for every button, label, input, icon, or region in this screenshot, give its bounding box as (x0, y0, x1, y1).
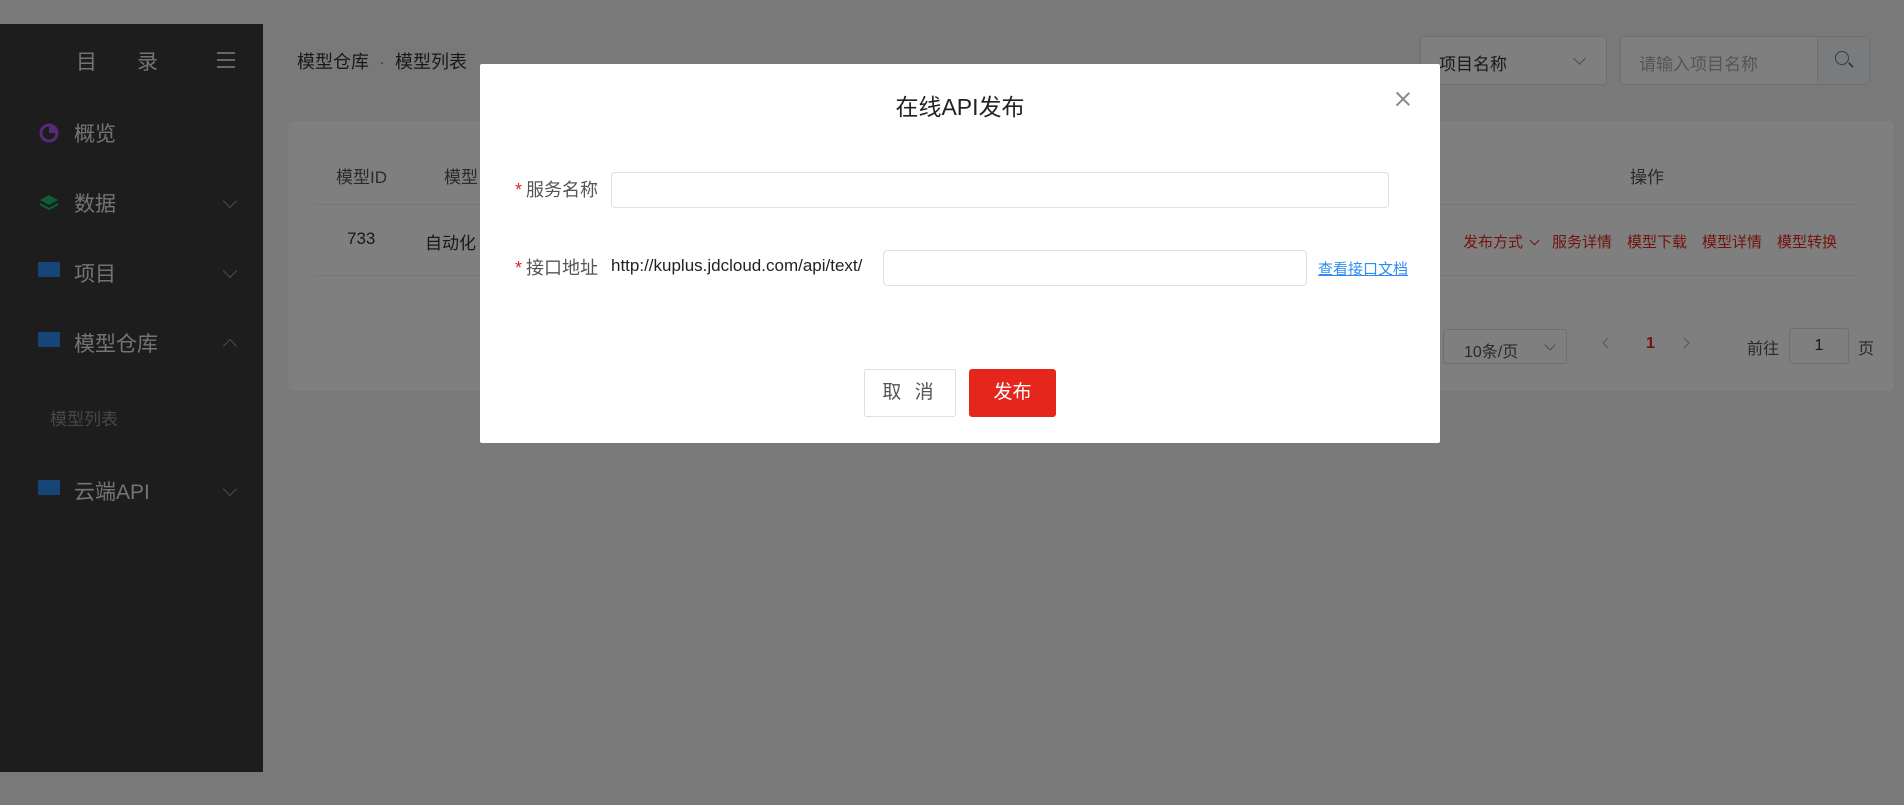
service-name-input[interactable] (611, 172, 1389, 208)
api-path-input[interactable] (883, 250, 1307, 286)
publish-button[interactable]: 发布 (969, 369, 1056, 417)
dialog-title: 在线API发布 (895, 94, 1025, 120)
view-api-doc-link[interactable]: 查看接口文档 (1318, 258, 1408, 279)
api-url-prefix: http://kuplus.jdcloud.com/api/text/ (611, 256, 863, 275)
api-address-label: * 接口地址 (515, 258, 599, 278)
service-name-label: * 服务名称 (515, 180, 599, 200)
close-icon[interactable] (1394, 90, 1412, 108)
publish-api-dialog: 在线API发布 * 服务名称 * 接口地址 http://kuplus.jdclou… (480, 64, 1440, 443)
required-mark: * (515, 180, 523, 200)
cancel-button[interactable]: 取 消 (864, 369, 956, 417)
required-mark: * (515, 258, 523, 278)
